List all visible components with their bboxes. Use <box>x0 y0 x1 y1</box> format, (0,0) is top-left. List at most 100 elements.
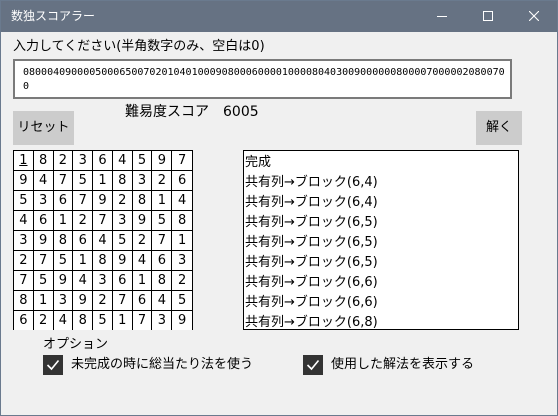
grid-cell[interactable]: 9 <box>93 191 113 211</box>
grid-cell[interactable]: 6 <box>93 151 113 171</box>
grid-cell[interactable]: 3 <box>152 311 173 330</box>
grid-cell[interactable]: 4 <box>73 271 94 291</box>
grid-cell[interactable]: 5 <box>14 191 34 211</box>
grid-cell[interactable]: 4 <box>112 151 133 171</box>
grid-cell[interactable]: 2 <box>132 231 153 251</box>
grid-cell[interactable]: 3 <box>33 191 54 211</box>
grid-cell[interactable]: 3 <box>172 251 192 271</box>
grid-cell[interactable]: 9 <box>73 291 94 311</box>
log-item[interactable]: 共有列→ブロック(6,5) <box>245 213 518 233</box>
grid-cell[interactable]: 9 <box>53 271 74 291</box>
log-item[interactable]: 共有列→ブロック(6,5) <box>245 233 518 253</box>
grid-cell[interactable]: 1 <box>33 291 54 311</box>
grid-cell[interactable]: 4 <box>93 231 113 251</box>
grid-cell[interactable]: 7 <box>93 211 113 231</box>
grid-cell[interactable]: 5 <box>73 171 94 191</box>
brute-force-checkbox[interactable] <box>43 355 63 375</box>
grid-cell[interactable]: 8 <box>112 171 133 191</box>
close-button[interactable] <box>511 1 557 32</box>
grid-cell[interactable]: 6 <box>172 171 192 191</box>
grid-cell[interactable]: 4 <box>172 191 192 211</box>
brute-force-label[interactable]: 未完成の時に総当たり法を使う <box>71 357 253 373</box>
grid-cell[interactable]: 7 <box>33 251 54 271</box>
grid-cell[interactable]: 3 <box>14 231 34 251</box>
log-item[interactable]: 共有列→ブロック(6,6) <box>245 293 518 313</box>
grid-cell[interactable]: 5 <box>172 291 192 311</box>
grid-cell[interactable]: 5 <box>93 311 113 330</box>
grid-cell[interactable]: 7 <box>132 311 153 330</box>
solution-log-list[interactable]: 完成 共有列→ブロック(6,4) 共有列→ブロック(6,4) 共有列→ブロック(6,5… <box>243 150 519 330</box>
grid-cell[interactable]: 5 <box>33 271 54 291</box>
grid-cell[interactable]: 4 <box>53 311 74 330</box>
show-techniques-label[interactable]: 使用した解法を表示する <box>331 357 474 373</box>
grid-cell[interactable]: 6 <box>132 291 153 311</box>
grid-cell[interactable]: 6 <box>112 271 133 291</box>
log-item[interactable]: 共有列→ブロック(6,6) <box>245 273 518 293</box>
grid-cell[interactable]: 1 <box>53 211 74 231</box>
grid-cell[interactable]: 2 <box>33 311 54 330</box>
grid-cell[interactable]: 5 <box>152 211 173 231</box>
grid-cell[interactable]: 8 <box>14 291 34 311</box>
grid-cell[interactable]: 2 <box>112 191 133 211</box>
grid-cell[interactable]: 5 <box>132 151 153 171</box>
maximize-button[interactable] <box>465 1 511 32</box>
grid-cell[interactable]: 3 <box>132 171 153 191</box>
log-item[interactable]: 共有列→ブロック(6,5) <box>245 253 518 273</box>
log-item[interactable]: 共有列→ブロック(6,4) <box>245 193 518 213</box>
grid-cell[interactable]: 1 <box>93 171 113 191</box>
log-item[interactable]: 完成 <box>245 153 518 173</box>
grid-cell[interactable]: 6 <box>152 251 173 271</box>
grid-cell[interactable]: 2 <box>93 291 113 311</box>
title-bar[interactable]: 数独スコアラー <box>1 1 557 32</box>
grid-cell[interactable]: 8 <box>33 151 54 171</box>
grid-cell[interactable]: 1 <box>112 311 133 330</box>
log-item[interactable]: 共有列→ブロック(6,4) <box>245 173 518 193</box>
grid-cell[interactable]: 3 <box>93 271 113 291</box>
grid-cell[interactable]: 3 <box>73 151 94 171</box>
grid-cell[interactable]: 7 <box>73 191 94 211</box>
solve-button[interactable]: 解く <box>476 111 522 145</box>
grid-cell[interactable]: 5 <box>53 251 74 271</box>
grid-cell[interactable]: 9 <box>172 311 192 330</box>
grid-cell[interactable]: 6 <box>33 211 54 231</box>
grid-cell[interactable]: 7 <box>53 171 74 191</box>
grid-cell[interactable]: 8 <box>152 271 173 291</box>
grid-cell[interactable]: 8 <box>73 311 94 330</box>
grid-cell[interactable]: 2 <box>14 251 34 271</box>
grid-cell[interactable]: 4 <box>33 171 54 191</box>
grid-cell[interactable]: 2 <box>152 171 173 191</box>
grid-cell[interactable]: 1 <box>152 191 173 211</box>
grid-cell[interactable]: 6 <box>14 311 34 330</box>
grid-cell[interactable]: 3 <box>112 211 133 231</box>
grid-cell[interactable]: 4 <box>132 251 153 271</box>
grid-cell[interactable]: 6 <box>73 231 94 251</box>
grid-cell[interactable]: 8 <box>132 191 153 211</box>
grid-cell[interactable]: 6 <box>53 191 74 211</box>
grid-cell[interactable]: 9 <box>14 171 34 191</box>
grid-cell[interactable]: 7 <box>112 291 133 311</box>
grid-cell[interactable]: 1 <box>172 231 192 251</box>
grid-cell[interactable]: 1 <box>132 271 153 291</box>
grid-cell[interactable]: 1 <box>14 151 34 171</box>
grid-cell[interactable]: 1 <box>73 251 94 271</box>
grid-cell[interactable]: 2 <box>73 211 94 231</box>
grid-cell[interactable]: 7 <box>172 151 192 171</box>
log-item[interactable]: 共有列→ブロック(6,8) <box>245 313 518 329</box>
show-techniques-checkbox[interactable] <box>303 355 323 375</box>
grid-cell[interactable]: 7 <box>152 231 173 251</box>
grid-cell[interactable]: 4 <box>152 291 173 311</box>
grid-cell[interactable]: 8 <box>53 231 74 251</box>
grid-cell[interactable]: 5 <box>112 231 133 251</box>
grid-cell[interactable]: 9 <box>132 211 153 231</box>
reset-button[interactable]: リセット <box>13 111 74 145</box>
minimize-button[interactable] <box>419 1 465 32</box>
grid-cell[interactable]: 8 <box>93 251 113 271</box>
grid-cell[interactable]: 9 <box>33 231 54 251</box>
grid-cell[interactable]: 7 <box>14 271 34 291</box>
grid-cell[interactable]: 3 <box>53 291 74 311</box>
grid-cell[interactable]: 4 <box>14 211 34 231</box>
grid-cell[interactable]: 2 <box>172 271 192 291</box>
grid-cell[interactable]: 9 <box>152 151 173 171</box>
grid-cell[interactable]: 2 <box>53 151 74 171</box>
grid-cell[interactable]: 9 <box>112 251 133 271</box>
